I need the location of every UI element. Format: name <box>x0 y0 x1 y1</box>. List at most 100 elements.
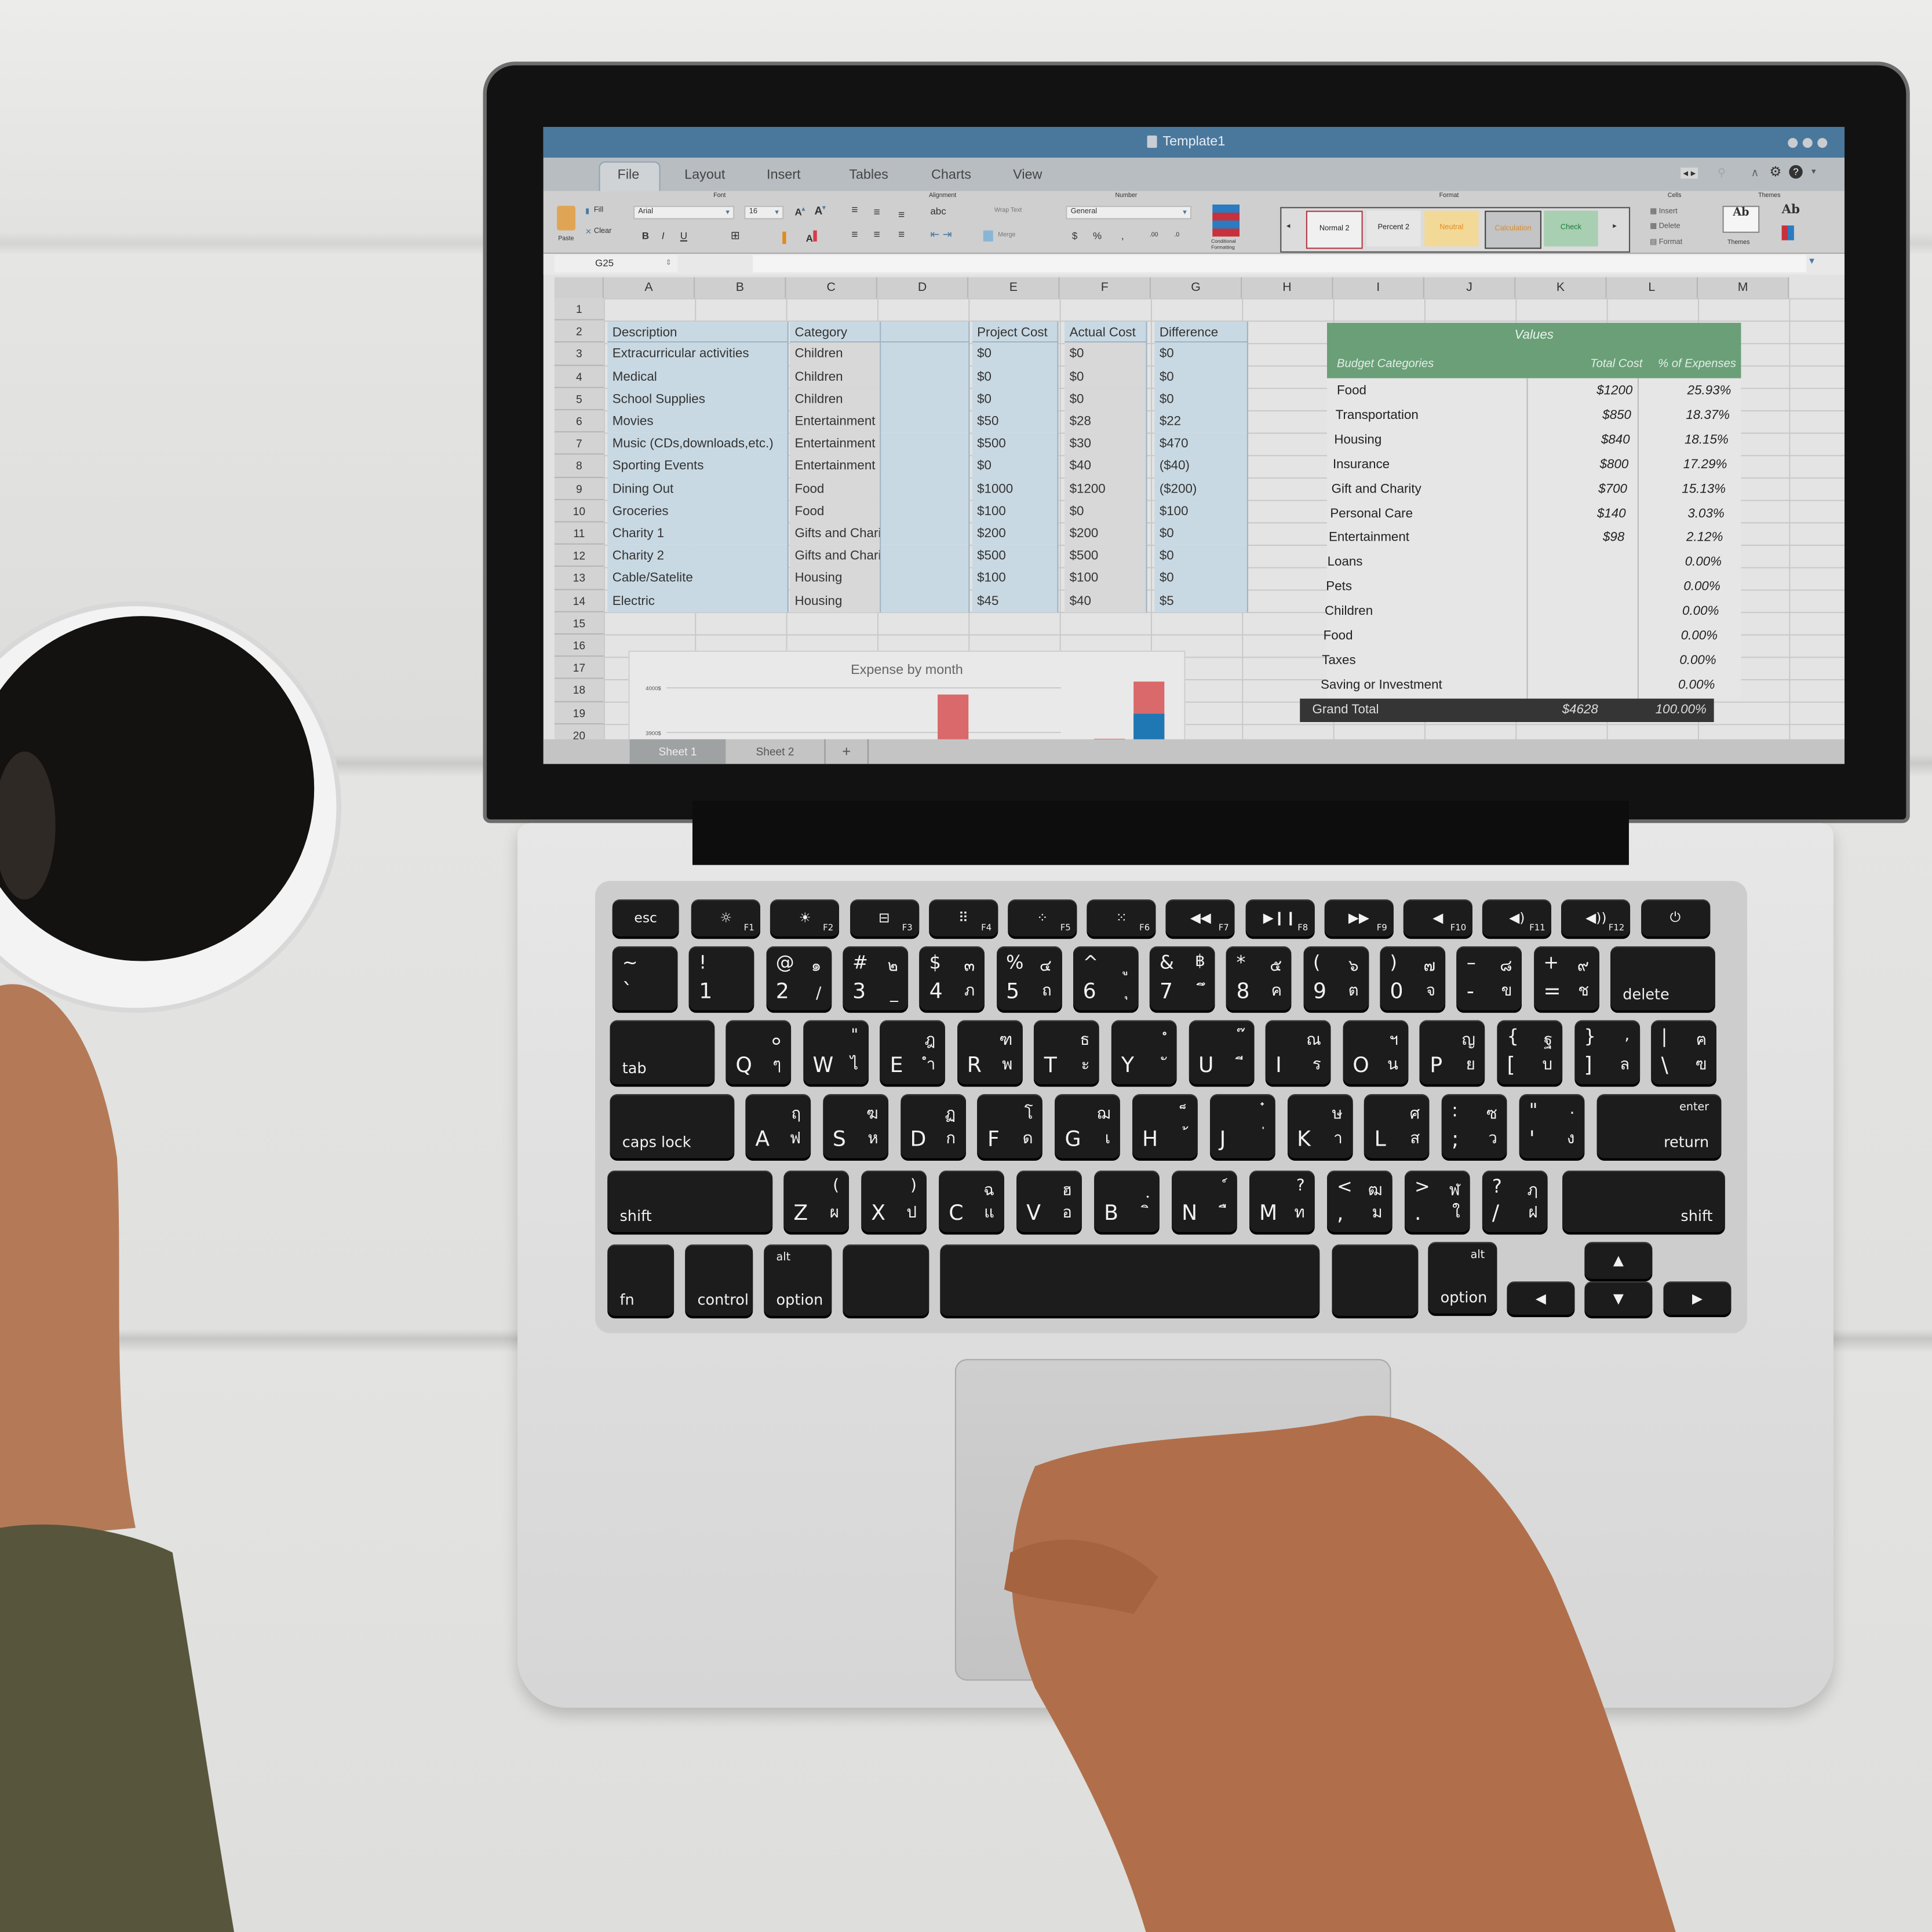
header-actual-cost[interactable]: Actual Cost <box>1065 322 1147 343</box>
cell-description[interactable]: Dining Out <box>607 477 789 501</box>
key-option-left[interactable]: option alt <box>764 1244 832 1316</box>
header-difference[interactable]: Difference <box>1154 322 1248 343</box>
key-O[interactable]: O ฯน <box>1343 1020 1408 1085</box>
cell-actual-cost[interactable]: $40 <box>1065 455 1147 478</box>
row-header-5[interactable]: 5 <box>554 388 604 411</box>
cell-category[interactable]: Children <box>789 388 881 411</box>
pivot-row-total[interactable]: $98 <box>1541 527 1624 550</box>
cell-project-cost[interactable]: $0 <box>972 455 1059 478</box>
pivot-header-category[interactable]: Budget Categories <box>1337 352 1434 376</box>
cell-difference[interactable]: $470 <box>1154 432 1248 455</box>
cell-description[interactable]: Music (CDs,downloads,etc.) <box>607 432 789 455</box>
pivot-row-category[interactable]: Personal Care <box>1330 502 1413 525</box>
pivot-row-category[interactable]: Loans <box>1328 551 1363 574</box>
key-power[interactable]: ⏻ <box>1641 899 1710 936</box>
cell-blank[interactable] <box>881 545 970 568</box>
key-f4[interactable]: ⠿ F4 <box>928 899 998 936</box>
key-T[interactable]: T ธะ <box>1034 1020 1100 1085</box>
key-/[interactable]: ? / ฦฝ <box>1482 1170 1548 1233</box>
underline-button[interactable]: U <box>680 231 687 242</box>
pivot-row-category[interactable]: Insurance <box>1333 453 1390 476</box>
cell-style-percent-2[interactable]: Percent 2 <box>1366 210 1421 247</box>
text-orientation-button[interactable]: abc <box>930 206 946 217</box>
key-V[interactable]: Vฮอ <box>1016 1170 1082 1233</box>
cell-blank[interactable] <box>881 342 970 366</box>
column-header-f[interactable]: F <box>1059 277 1151 298</box>
tab-insert[interactable]: Insert <box>767 167 801 183</box>
key-\[interactable]: | \ ฅฃ <box>1651 1020 1717 1085</box>
key-A[interactable]: A ฤฟ <box>745 1094 811 1158</box>
key-esc[interactable]: esc <box>612 899 679 936</box>
row-header-11[interactable]: 11 <box>554 522 604 545</box>
currency-button[interactable]: $ <box>1072 231 1077 242</box>
cell-project-cost[interactable]: $200 <box>972 522 1059 545</box>
select-all-corner[interactable] <box>554 277 604 298</box>
key-option-right[interactable]: option alt <box>1428 1242 1497 1314</box>
key-command-left[interactable] <box>843 1244 929 1316</box>
key--[interactable]: – - ๘ข <box>1456 946 1522 1011</box>
stepper-icon[interactable]: ⇕ <box>665 255 672 272</box>
pivot-row-percent[interactable]: 0.00% <box>1635 551 1722 574</box>
cell-project-cost[interactable]: $1000 <box>972 477 1059 501</box>
row-header-2[interactable]: 2 <box>554 320 604 343</box>
cell-category[interactable]: Children <box>789 365 881 388</box>
align-middle-icon[interactable]: ≡ <box>874 206 880 218</box>
expand-formula-icon[interactable]: ▼ <box>1807 257 1816 266</box>
key-'[interactable]: " '. ง <box>1519 1094 1585 1158</box>
expense-chart[interactable]: Expense by month 4000$ 3900$ <box>628 650 1186 752</box>
key-control[interactable]: control <box>685 1244 753 1316</box>
cell-project-cost[interactable]: $0 <box>972 342 1059 366</box>
row-header-13[interactable]: 13 <box>554 567 604 590</box>
arrows-left-right-icon[interactable]: ◂ ▸ <box>1681 167 1698 179</box>
tab-file[interactable]: File <box>618 167 640 183</box>
key-5[interactable]: % 5 ๔ถ <box>996 946 1062 1011</box>
pivot-row-percent[interactable]: 0.00% <box>1631 625 1718 648</box>
window-dot-icon[interactable] <box>1817 138 1828 148</box>
themes-icon[interactable]: Ab <box>1722 206 1760 233</box>
sheet-tab-1[interactable]: Sheet 1 <box>629 739 726 764</box>
key-f6[interactable]: ⁙ F6 <box>1087 899 1156 936</box>
pivot-row-percent[interactable]: 0.00% <box>1630 649 1716 672</box>
key-arrow-down[interactable]: ▼ <box>1584 1281 1653 1316</box>
cell-style-normal-2[interactable]: Normal 2 <box>1306 210 1363 249</box>
cell-category[interactable]: Food <box>789 477 881 501</box>
pivot-row-total[interactable]: $840 <box>1546 429 1630 452</box>
key-E[interactable]: E ฎำ <box>880 1020 946 1085</box>
cell-category[interactable]: Food <box>789 500 881 523</box>
italic-button[interactable]: I <box>662 231 665 242</box>
pivot-row-category[interactable]: Children <box>1325 600 1373 624</box>
cell-difference[interactable]: $5 <box>1154 589 1248 613</box>
cell-difference[interactable]: $0 <box>1154 365 1248 388</box>
cell-blank[interactable] <box>881 410 970 433</box>
key-1[interactable]: ! 1 <box>689 946 754 1011</box>
cell-description[interactable]: Electric <box>607 589 789 613</box>
indent-icons[interactable]: ⇤ ⇥ <box>930 228 952 241</box>
gear-icon[interactable]: ⚙ <box>1769 164 1781 180</box>
column-header-a[interactable]: A <box>603 277 695 298</box>
align-center-icon[interactable]: ≡ <box>874 228 880 240</box>
column-header-g[interactable]: G <box>1150 277 1242 298</box>
key-Z[interactable]: Z (ผ <box>783 1170 850 1233</box>
column-header-j[interactable]: J <box>1424 277 1516 298</box>
cell-actual-cost[interactable]: $30 <box>1065 432 1147 455</box>
cell-blank[interactable] <box>881 500 970 523</box>
cell-actual-cost[interactable]: $0 <box>1065 365 1147 388</box>
key-4[interactable]: $4 ๓ภ <box>919 946 985 1011</box>
key-2[interactable]: @2 ๑ / <box>765 946 832 1011</box>
pivot-row-percent[interactable]: 2.12% <box>1637 527 1723 550</box>
key-H[interactable]: H็้ <box>1132 1094 1198 1158</box>
pivot-row-category[interactable]: Gift and Charity <box>1332 477 1421 501</box>
cell-category[interactable]: Entertainment <box>789 410 881 433</box>
cell-difference[interactable]: $0 <box>1154 388 1248 411</box>
pivot-row-category[interactable]: Housing <box>1334 429 1381 452</box>
cell-blank[interactable] <box>881 455 970 478</box>
conditional-formatting-icon[interactable] <box>1212 204 1240 237</box>
pivot-row-total[interactable]: $850 <box>1547 404 1631 427</box>
column-header-h[interactable]: H <box>1242 277 1333 298</box>
cell-actual-cost[interactable]: $200 <box>1065 522 1147 545</box>
row-header-18[interactable]: 18 <box>554 679 604 702</box>
collapse-ribbon-icon[interactable]: ∧ <box>1751 166 1759 180</box>
sheet-tab-2[interactable]: Sheet 2 <box>726 739 826 764</box>
paste-label[interactable]: Paste <box>558 235 574 243</box>
name-box[interactable]: G25 ⇕ <box>554 255 678 272</box>
